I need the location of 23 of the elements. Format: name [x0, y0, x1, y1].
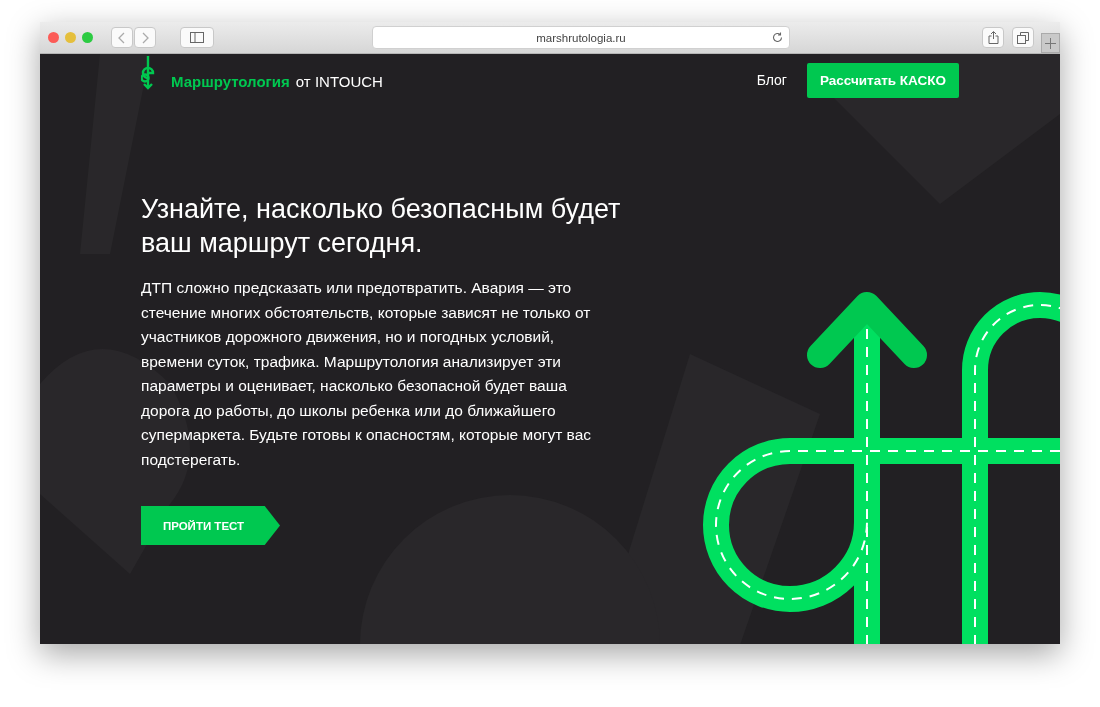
- hero-title: Узнайте, насколько безопасным будет ваш маршрут сегодня.: [141, 193, 622, 260]
- tabs-button[interactable]: [1012, 27, 1034, 48]
- plus-icon: [1045, 37, 1056, 49]
- share-button[interactable]: [982, 27, 1004, 48]
- close-icon[interactable]: [48, 32, 59, 43]
- sidebar-icon: [190, 32, 204, 43]
- address-bar[interactable]: marshrutologia.ru: [372, 26, 790, 49]
- blog-link[interactable]: Блог: [756, 72, 787, 88]
- minimize-icon[interactable]: [65, 32, 76, 43]
- sidebar-button[interactable]: [180, 27, 214, 48]
- chevron-right-icon: [141, 31, 149, 44]
- new-tab-button[interactable]: [1041, 33, 1060, 53]
- hero-description: ДТП сложно предсказать или предотвратить. Авария — это стечение многих обстоятельств, которые зависят не только от участников дорожного движения, но и погодных условий, времени суток, трафика. Маршрутология анализирует эти параметры и оценивает, насколько безопасной будет ваша дорога до работы, до школы ребенка или до ближайшего супермаркета. Будьте готовы к опасностям, которые могут вас подстерегать.: [141, 278, 593, 470]
- chevron-left-icon: [118, 31, 126, 44]
- address-text: marshrutologia.ru: [536, 31, 626, 44]
- reload-icon[interactable]: [772, 32, 783, 43]
- brand-name[interactable]: Маршрутология: [171, 73, 290, 90]
- forward-button[interactable]: [134, 27, 156, 48]
- back-button[interactable]: [111, 27, 133, 48]
- share-icon: [987, 31, 999, 44]
- maximize-icon[interactable]: [82, 32, 93, 43]
- brand-suffix: от INTOUCH: [295, 73, 383, 90]
- tabs-icon: [1017, 31, 1029, 44]
